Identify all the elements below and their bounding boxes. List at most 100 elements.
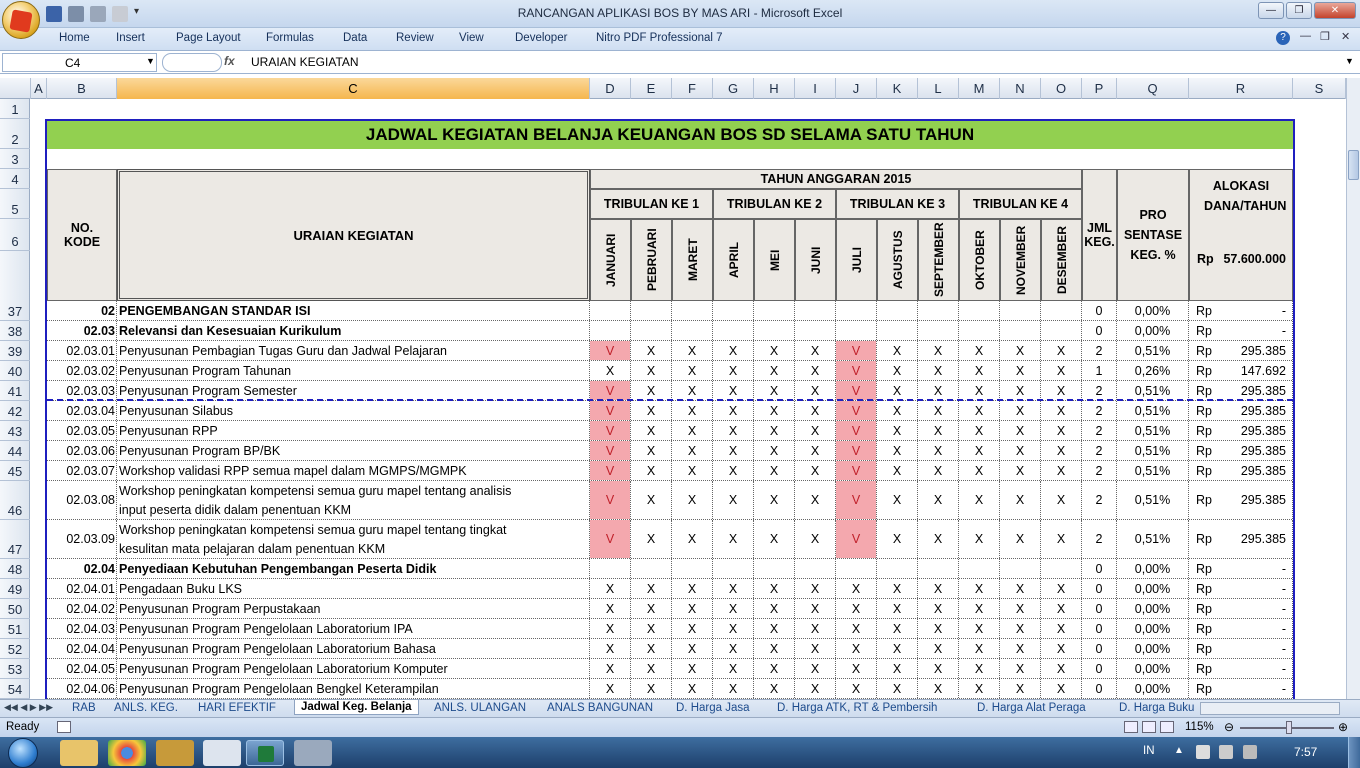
page-break-view-icon[interactable] <box>1160 721 1174 733</box>
zoom-out-icon[interactable]: ⊖ <box>1224 720 1234 734</box>
mark-unscheduled[interactable]: X <box>713 520 753 558</box>
mark-unscheduled[interactable]: X <box>1041 520 1081 558</box>
cell-amount[interactable]: - <box>1217 559 1286 579</box>
row-header[interactable]: 45 <box>0 461 30 481</box>
mark-unscheduled[interactable]: X <box>754 619 794 638</box>
mark-unscheduled[interactable]: X <box>672 659 712 678</box>
column-header-s[interactable]: S <box>1293 78 1346 99</box>
row-header[interactable]: 47 <box>0 520 30 559</box>
row-header[interactable]: 5 <box>0 189 30 219</box>
cell-amount[interactable]: - <box>1217 639 1286 659</box>
cell-pct[interactable]: 0,51% <box>1117 341 1188 361</box>
mark-unscheduled[interactable]: X <box>795 599 835 618</box>
help-icon[interactable]: ? <box>1276 31 1290 45</box>
cell-pct[interactable]: 0,00% <box>1117 639 1188 659</box>
mark-unscheduled[interactable]: X <box>959 441 999 460</box>
cell-jml[interactable]: 0 <box>1082 619 1116 639</box>
zoom-slider-thumb[interactable] <box>1286 721 1292 734</box>
mark-unscheduled[interactable]: X <box>1000 481 1040 519</box>
excel-taskbar-icon[interactable] <box>246 740 284 766</box>
mark-unscheduled[interactable]: X <box>631 401 671 420</box>
cell-desc-line2[interactable]: input peserta didik dalam penentuan KKM <box>119 501 589 519</box>
cell-amount[interactable]: 295.385 <box>1217 520 1286 559</box>
mark-unscheduled[interactable]: X <box>795 579 835 598</box>
column-header-c[interactable]: C <box>117 78 590 99</box>
cell-pct[interactable]: 0,51% <box>1117 401 1188 421</box>
cell-code[interactable]: 02.03.05 <box>47 421 115 441</box>
mark-unscheduled[interactable]: X <box>631 520 671 558</box>
mark-unscheduled[interactable]: X <box>795 520 835 558</box>
mark-unscheduled[interactable]: X <box>877 679 917 698</box>
office-button[interactable] <box>2 1 40 39</box>
row-header[interactable]: 52 <box>0 639 30 659</box>
row-header[interactable]: 2 <box>0 119 30 149</box>
column-header-o[interactable]: O <box>1041 78 1082 99</box>
mark-unscheduled[interactable]: X <box>754 341 794 360</box>
row-header[interactable]: 1 <box>0 99 30 119</box>
mark-unscheduled[interactable]: X <box>672 679 712 698</box>
mark-unscheduled[interactable]: X <box>795 401 835 420</box>
mark-unscheduled[interactable]: X <box>590 639 630 658</box>
cell-desc[interactable]: Penyusunan Program Pengelolaan Laborator… <box>119 619 589 639</box>
mark-unscheduled[interactable]: X <box>795 639 835 658</box>
mark-unscheduled[interactable]: X <box>959 341 999 360</box>
mark-scheduled[interactable]: V <box>836 401 876 420</box>
mark-unscheduled[interactable]: X <box>795 361 835 380</box>
mark-scheduled[interactable]: V <box>590 441 630 460</box>
cell-pct[interactable]: 0,00% <box>1117 679 1188 699</box>
mark-unscheduled[interactable]: X <box>754 381 794 400</box>
mark-unscheduled[interactable]: X <box>1000 639 1040 658</box>
mark-unscheduled[interactable]: X <box>631 679 671 698</box>
cell-jml[interactable]: 2 <box>1082 461 1116 481</box>
mark-unscheduled[interactable]: X <box>672 481 712 519</box>
mark-unscheduled[interactable]: X <box>713 361 753 380</box>
column-header-h[interactable]: H <box>754 78 795 99</box>
mark-unscheduled[interactable]: X <box>959 381 999 400</box>
mark-unscheduled[interactable]: X <box>631 381 671 400</box>
cell-code[interactable]: 02.03.02 <box>47 361 115 381</box>
select-all-corner[interactable] <box>0 78 31 99</box>
cell-jml[interactable]: 2 <box>1082 441 1116 461</box>
network-icon[interactable] <box>1196 745 1210 759</box>
zoom-in-icon[interactable]: ⊕ <box>1338 720 1348 734</box>
calculator-taskbar-icon[interactable] <box>203 740 241 766</box>
mark-unscheduled[interactable]: X <box>672 579 712 598</box>
show-desktop-button[interactable] <box>1348 737 1360 768</box>
row-header[interactable]: 49 <box>0 579 30 599</box>
cell-desc[interactable]: Penyusunan Pembagian Tugas Guru dan Jadw… <box>119 341 589 361</box>
mark-unscheduled[interactable]: X <box>1000 381 1040 400</box>
row-header[interactable]: 50 <box>0 599 30 619</box>
mark-unscheduled[interactable]: X <box>877 361 917 380</box>
sheet-tab[interactable]: RAB <box>72 702 96 714</box>
mark-unscheduled[interactable]: X <box>959 481 999 519</box>
mark-unscheduled[interactable]: X <box>713 341 753 360</box>
mark-unscheduled[interactable]: X <box>631 579 671 598</box>
mark-scheduled[interactable]: V <box>590 520 630 558</box>
mark-unscheduled[interactable]: X <box>1041 639 1081 658</box>
redo-icon[interactable] <box>90 6 106 22</box>
mark-unscheduled[interactable]: X <box>754 481 794 519</box>
mark-unscheduled[interactable]: X <box>795 341 835 360</box>
ribbon-close-icon[interactable]: ✕ <box>1341 30 1350 43</box>
tray-expand-icon[interactable]: ▲ <box>1174 745 1184 756</box>
mark-unscheduled[interactable]: X <box>672 520 712 558</box>
mark-unscheduled[interactable]: X <box>672 381 712 400</box>
mark-unscheduled[interactable]: X <box>959 639 999 658</box>
mark-unscheduled[interactable]: X <box>877 639 917 658</box>
cell-jml[interactable]: 0 <box>1082 679 1116 699</box>
mark-unscheduled[interactable]: X <box>1000 599 1040 618</box>
cell-desc[interactable]: Penyusunan Program Semester <box>119 381 589 401</box>
cell-code[interactable]: 02.04.05 <box>47 659 115 679</box>
cell-pct[interactable]: 0,00% <box>1117 301 1188 321</box>
mark-unscheduled[interactable]: X <box>795 461 835 480</box>
row-header[interactable]: 38 <box>0 321 30 341</box>
mark-unscheduled[interactable]: X <box>877 579 917 598</box>
mark-unscheduled[interactable]: X <box>754 461 794 480</box>
mark-unscheduled[interactable]: X <box>590 579 630 598</box>
row-header[interactable]: 42 <box>0 401 30 421</box>
cell-amount[interactable]: 295.385 <box>1217 461 1286 481</box>
cell-desc[interactable]: Penyusunan Program Pengelolaan Laborator… <box>119 639 589 659</box>
mark-unscheduled[interactable]: X <box>754 679 794 698</box>
mark-unscheduled[interactable]: X <box>713 481 753 519</box>
cell-amount[interactable]: - <box>1217 619 1286 639</box>
